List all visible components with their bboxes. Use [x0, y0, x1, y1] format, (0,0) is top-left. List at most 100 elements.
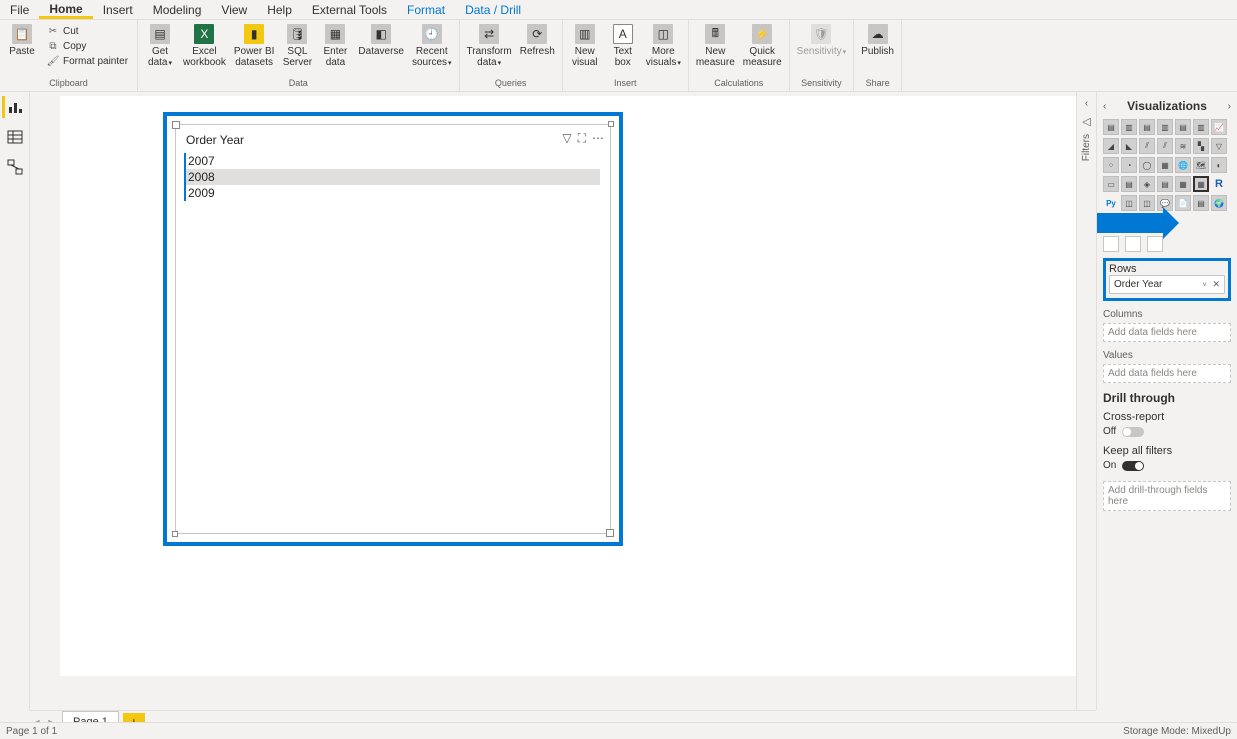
key-influencers-icon[interactable]: ◫ — [1121, 195, 1137, 211]
enter-data-button[interactable]: ▦Enter data — [317, 22, 353, 70]
get-data-button[interactable]: ▤Get data — [142, 22, 178, 71]
drill-through-well[interactable]: Add drill-through fields here — [1103, 481, 1231, 511]
stacked-area-icon[interactable]: ◣ — [1121, 138, 1137, 154]
expand-filters-button[interactable]: ‹ — [1085, 98, 1088, 109]
pie-icon[interactable]: ◔ — [1121, 157, 1137, 173]
area-chart-icon[interactable]: ◢ — [1103, 138, 1119, 154]
collapse-viz-left[interactable]: ‹ — [1103, 101, 1106, 112]
filter-icon[interactable]: ▽ — [562, 131, 571, 146]
report-page[interactable]: ▽ ⛶ ⋯ Order Year 2007 2008 2009 — [60, 96, 1100, 676]
model-view-button[interactable] — [4, 156, 26, 178]
keep-filters-label: Keep all filters — [1103, 445, 1231, 457]
powerbi-datasets-button[interactable]: ▮Power BI datasets — [231, 22, 278, 70]
tab-view[interactable]: View — [211, 0, 257, 19]
tab-help[interactable]: Help — [257, 0, 302, 19]
treemap-icon[interactable]: ▦ — [1157, 157, 1173, 173]
donut-icon[interactable]: ◯ — [1139, 157, 1155, 173]
scatter-icon[interactable]: ⁘ — [1103, 157, 1119, 173]
tab-file[interactable]: File — [0, 0, 39, 19]
keep-filters-toggle[interactable]: On — [1103, 460, 1231, 471]
report-view-button[interactable] — [2, 96, 24, 118]
100-bar-icon[interactable]: ▤ — [1175, 119, 1191, 135]
sql-server-button[interactable]: 🛢SQL Server — [279, 22, 315, 70]
table-viz-icon[interactable]: ▦ — [1175, 176, 1191, 192]
ribbon-chart-icon[interactable]: ≋ — [1175, 138, 1191, 154]
publish-button[interactable]: ☁Publish — [858, 22, 897, 59]
tab-format[interactable]: Format — [397, 0, 455, 19]
filled-map-icon[interactable]: 🗺 — [1193, 157, 1209, 173]
card-icon[interactable]: ▭ — [1103, 176, 1119, 192]
line-chart-icon[interactable]: 📈 — [1211, 119, 1227, 135]
stacked-column-icon[interactable]: ▥ — [1121, 119, 1137, 135]
calculations-label: Calculations — [693, 77, 785, 89]
kpi-icon[interactable]: ◈ — [1139, 176, 1155, 192]
multirow-card-icon[interactable]: ▤ — [1121, 176, 1137, 192]
python-visual-icon[interactable]: Py — [1103, 195, 1119, 211]
copy-button[interactable]: ⧉Copy — [44, 39, 131, 53]
rows-well-highlight: Rows Order Year ˅ ✕ — [1103, 258, 1231, 301]
format-painter-button[interactable]: 🖌Format painter — [44, 54, 131, 68]
matrix-visual-selected[interactable]: ▽ ⛶ ⋯ Order Year 2007 2008 2009 — [163, 112, 623, 546]
cut-button[interactable]: ✂Cut — [44, 24, 131, 38]
filters-pane-collapsed: ‹ ◁ Filters — [1076, 92, 1096, 710]
cross-report-toggle[interactable]: Off — [1103, 426, 1231, 437]
100-column-icon[interactable]: ▥ — [1193, 119, 1209, 135]
stacked-bar-icon[interactable]: ▤ — [1103, 119, 1119, 135]
enter-data-icon: ▦ — [325, 24, 345, 44]
funnel-icon[interactable]: ▽ — [1211, 138, 1227, 154]
format-tab-icon[interactable] — [1125, 236, 1141, 252]
r-visual-icon[interactable]: R — [1211, 176, 1227, 192]
visual-row[interactable]: 2008 — [184, 169, 600, 185]
excel-workbook-button[interactable]: XExcel workbook — [180, 22, 229, 70]
visual-row[interactable]: 2007 — [184, 153, 600, 169]
tab-modeling[interactable]: Modeling — [143, 0, 212, 19]
paginated-icon[interactable]: ▤ — [1193, 195, 1209, 211]
callout-arrow — [1096, 213, 1163, 233]
clustered-column-icon[interactable]: ▥ — [1157, 119, 1173, 135]
map-icon[interactable]: 🌐 — [1175, 157, 1191, 173]
data-view-button[interactable] — [4, 126, 26, 148]
rows-field-order-year[interactable]: Order Year ˅ ✕ — [1109, 275, 1225, 294]
waterfall-icon[interactable]: ▚ — [1193, 138, 1209, 154]
slicer-icon[interactable]: ▤ — [1157, 176, 1173, 192]
line-column-icon[interactable]: ⫽ — [1139, 138, 1155, 154]
dataverse-icon: ◧ — [371, 24, 391, 44]
more-visuals-button[interactable]: ◫More visuals — [643, 22, 684, 71]
refresh-button[interactable]: ⟳Refresh — [517, 22, 558, 59]
tab-insert[interactable]: Insert — [93, 0, 143, 19]
line-clustered-icon[interactable]: ⫽ — [1157, 138, 1173, 154]
text-box-button[interactable]: AText box — [605, 22, 641, 70]
focus-mode-icon[interactable]: ⛶ — [578, 131, 586, 146]
get-data-icon: ▤ — [150, 24, 170, 44]
gauge-icon[interactable]: ◐ — [1211, 157, 1227, 173]
new-measure-button[interactable]: 🖩New measure — [693, 22, 738, 70]
tab-home[interactable]: Home — [39, 0, 92, 19]
transform-icon: ⇄ — [479, 24, 499, 44]
decomposition-icon[interactable]: ◫ — [1139, 195, 1155, 211]
more-options-icon[interactable]: ⋯ — [592, 131, 604, 146]
recent-sources-button[interactable]: 🕘Recent sources — [409, 22, 455, 71]
clustered-bar-icon[interactable]: ▤ — [1139, 119, 1155, 135]
values-well[interactable]: Add data fields here — [1103, 364, 1231, 383]
drill-through-header: Drill through — [1103, 391, 1231, 405]
columns-well[interactable]: Add data fields here — [1103, 323, 1231, 342]
matrix-viz-icon[interactable]: ▦ — [1193, 176, 1209, 192]
visual-row[interactable]: 2009 — [184, 185, 600, 201]
dataverse-button[interactable]: ◧Dataverse — [355, 22, 407, 59]
field-remove-icon[interactable]: ✕ — [1212, 279, 1220, 289]
fields-tab-icon[interactable] — [1103, 236, 1119, 252]
ribbon-group-insert: ▥New visual AText box ◫More visuals Inse… — [563, 20, 689, 91]
paste-button[interactable]: 📋 Paste — [4, 22, 40, 59]
values-label: Values — [1103, 350, 1231, 361]
field-dropdown-icon[interactable]: ˅ — [1203, 282, 1207, 289]
textbox-icon: A — [613, 24, 633, 44]
transform-data-button[interactable]: ⇄Transform data — [464, 22, 515, 71]
quick-measure-button[interactable]: ⚡Quick measure — [740, 22, 785, 70]
analytics-tab-icon[interactable] — [1147, 236, 1163, 252]
expand-viz-right[interactable]: › — [1228, 101, 1231, 112]
tab-external-tools[interactable]: External Tools — [302, 0, 397, 19]
new-visual-button[interactable]: ▥New visual — [567, 22, 603, 70]
sensitivity-button[interactable]: 🛡Sensitivity — [794, 22, 850, 60]
tab-data-drill[interactable]: Data / Drill — [455, 0, 531, 19]
arcgis-icon[interactable]: 🌍 — [1211, 195, 1227, 211]
